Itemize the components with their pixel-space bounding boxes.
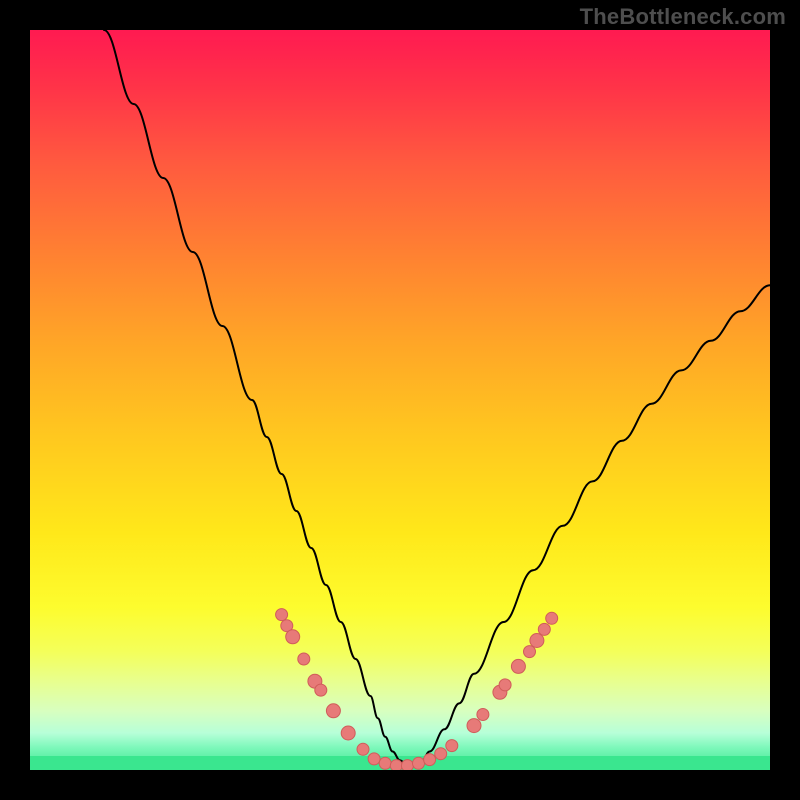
marker-dot bbox=[401, 760, 413, 770]
marker-dot bbox=[477, 709, 489, 721]
marker-dot bbox=[467, 719, 481, 733]
marker-dot bbox=[379, 757, 391, 769]
marker-dot bbox=[546, 612, 558, 624]
marker-dot bbox=[530, 634, 544, 648]
marker-dot bbox=[424, 754, 436, 766]
marker-dot bbox=[390, 760, 402, 770]
marker-dot bbox=[499, 679, 511, 691]
marker-dot bbox=[326, 704, 340, 718]
marker-dot bbox=[524, 646, 536, 658]
chart-svg bbox=[30, 30, 770, 770]
plot-area bbox=[30, 30, 770, 770]
marker-dot bbox=[341, 726, 355, 740]
marker-dot bbox=[435, 748, 447, 760]
marker-dot bbox=[511, 659, 525, 673]
bottleneck-curve bbox=[104, 30, 770, 766]
chart-frame: TheBottleneck.com bbox=[0, 0, 800, 800]
marker-dot bbox=[368, 753, 380, 765]
marker-dot bbox=[286, 630, 300, 644]
marker-dot bbox=[315, 684, 327, 696]
marker-dot bbox=[413, 757, 425, 769]
marker-dot bbox=[357, 743, 369, 755]
marker-dot bbox=[446, 740, 458, 752]
marker-dot bbox=[538, 623, 550, 635]
watermark-text: TheBottleneck.com bbox=[580, 4, 786, 30]
marker-dots bbox=[276, 609, 558, 770]
marker-dot bbox=[298, 653, 310, 665]
marker-dot bbox=[276, 609, 288, 621]
